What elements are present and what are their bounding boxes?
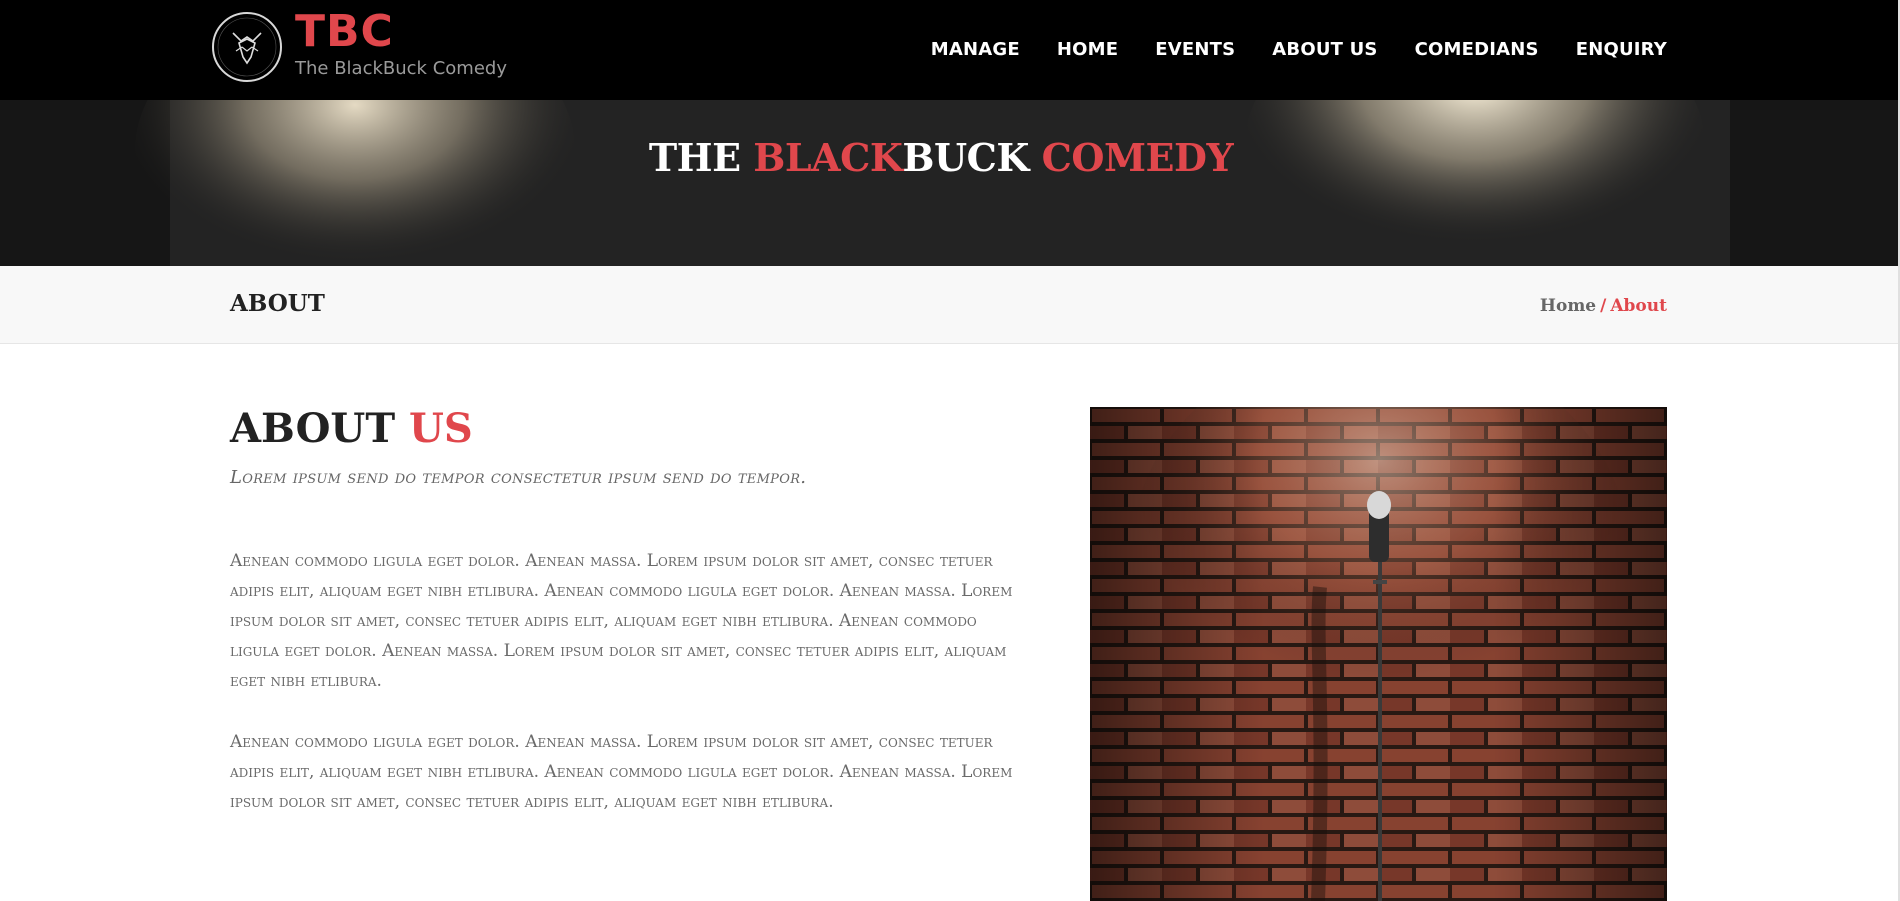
page: TBC The BlackBuck Comedy MANAGE HOME EVE…: [0, 0, 1900, 901]
nav-manage[interactable]: MANAGE: [931, 39, 1020, 60]
hero-word-buck: BUCK: [902, 135, 1029, 180]
blackbuck-logo-icon: [212, 12, 282, 82]
breadcrumb: Home / About: [1540, 296, 1667, 316]
page-title: ABOUT: [230, 290, 325, 317]
spotlight-background: [0, 100, 1900, 266]
about-heading: ABOUT US: [230, 405, 473, 452]
nav-comedians[interactable]: COMEDIANS: [1415, 39, 1539, 60]
hero-title: THE BLACKBUCK COMEDY: [0, 135, 1882, 180]
breadcrumb-home-link[interactable]: Home: [1540, 296, 1596, 316]
about-heading-about: ABOUT: [230, 405, 396, 452]
about-paragraph-1: Aenean commodo ligula eget dolor. Aenean…: [230, 551, 1013, 691]
nav-enquiry[interactable]: ENQUIRY: [1576, 39, 1667, 60]
brand-logo[interactable]: TBC The BlackBuck Comedy: [211, 9, 507, 83]
breadcrumb-separator: /: [1600, 296, 1607, 316]
about-paragraph-2: Aenean commodo ligula eget dolor. Aenean…: [230, 732, 1013, 812]
brand-subtitle: The BlackBuck Comedy: [295, 57, 507, 79]
hero-word-black: BLACK: [753, 135, 903, 180]
microphone-brick-wall-photo: [1090, 407, 1667, 901]
brand-text: TBC The BlackBuck Comedy: [295, 9, 507, 79]
hero-banner: THE BLACKBUCK COMEDY: [0, 100, 1900, 266]
breadcrumb-bar: ABOUT Home / About: [0, 266, 1900, 344]
hero-word-comedy: COMEDY: [1041, 135, 1234, 180]
hero-word-the: THE: [648, 135, 741, 180]
nav-events[interactable]: EVENTS: [1155, 39, 1235, 60]
main-menu: MANAGE HOME EVENTS ABOUT US COMEDIANS EN…: [894, 39, 1667, 60]
nav-home[interactable]: HOME: [1057, 39, 1118, 60]
about-subtitle: Lorem ipsum send do tempor consectetur i…: [230, 467, 807, 488]
about-heading-us: US: [409, 405, 473, 452]
brand-title: TBC: [295, 5, 394, 57]
navbar: TBC The BlackBuck Comedy MANAGE HOME EVE…: [0, 0, 1900, 100]
breadcrumb-current: About: [1610, 296, 1667, 316]
nav-about-us[interactable]: ABOUT US: [1272, 39, 1377, 60]
brick-wall-illustration: [1090, 407, 1667, 901]
